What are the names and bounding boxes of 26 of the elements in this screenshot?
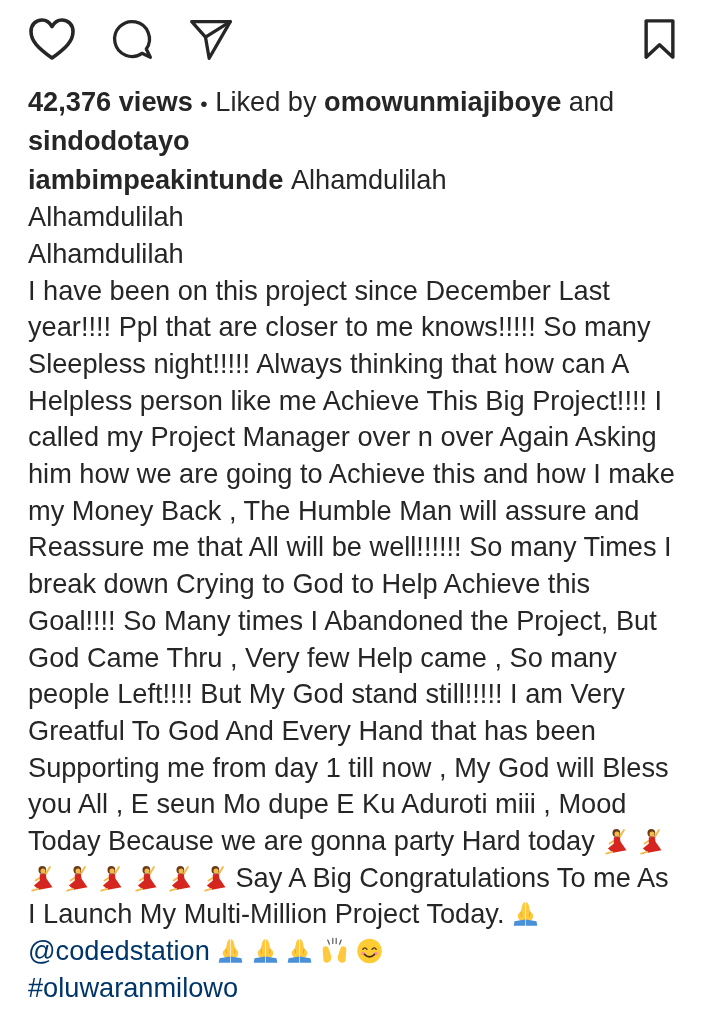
hashtag-link[interactable]: #oluwaranmilowo xyxy=(28,969,239,1007)
caption-text: Alhamdulilah xyxy=(290,163,447,198)
praying-hands-icon xyxy=(251,937,279,966)
username-link[interactable]: iambimpeakintunde xyxy=(28,162,284,200)
caption-text: I Launch My Multi-Million Project Today. xyxy=(28,897,505,932)
caption-text: Alhamdulilah xyxy=(28,236,184,271)
username-link[interactable]: sindodotayo xyxy=(28,124,190,156)
praying-hands-icon xyxy=(286,937,314,966)
raised-hands-icon xyxy=(321,937,349,966)
mention-link[interactable]: @codedstation xyxy=(28,933,210,970)
praying-hands-icon xyxy=(512,900,540,929)
view-count: 42,376 views xyxy=(28,86,193,117)
caption-text: I have been on this project since December Last year!!!! Ppl that are closer to me knows!!!!! So many Sleepless night!!!!! Always thinking that how can A Helpless person like me Achieve This Big Project!!!! I called my Project Manager over n over Again Asking him how we are going to Achieve this and how I make my Money Back , The Humble Man will assure and Reassure me that All will be well!!!!!! So many Times I break down Crying to God to Help Achieve this Goal!!!! So Many times I Abandoned the Project, But God Came Thru , Very few Help came , So many people Left!!!! But My God stand still!!!!! I am Very Greatful To God And Every Hand that has been Supporting me from day 1 till now , My God will Bless you All , E seun Mo dupe E Ku Aduroti miii , Mood xyxy=(28,273,676,822)
bullet-separator: • xyxy=(200,92,208,115)
liked-by-label: Liked by xyxy=(215,86,317,117)
caption-text: Say A Big Congratulations To me As xyxy=(235,860,669,895)
caption-text: Today Because we are gonna party Hard today xyxy=(28,824,595,859)
conjunction-text: and xyxy=(568,86,615,117)
paper-plane-icon[interactable] xyxy=(188,17,234,61)
bookmark-icon[interactable] xyxy=(643,18,676,60)
username-link[interactable]: omowunmiajiboye xyxy=(324,86,562,117)
praying-hands-icon xyxy=(217,937,245,966)
caption-text: Alhamdulilah xyxy=(28,200,184,235)
dancing-woman-icon xyxy=(28,863,55,892)
heart-icon[interactable] xyxy=(28,17,76,61)
smiling-face-icon xyxy=(355,937,383,966)
